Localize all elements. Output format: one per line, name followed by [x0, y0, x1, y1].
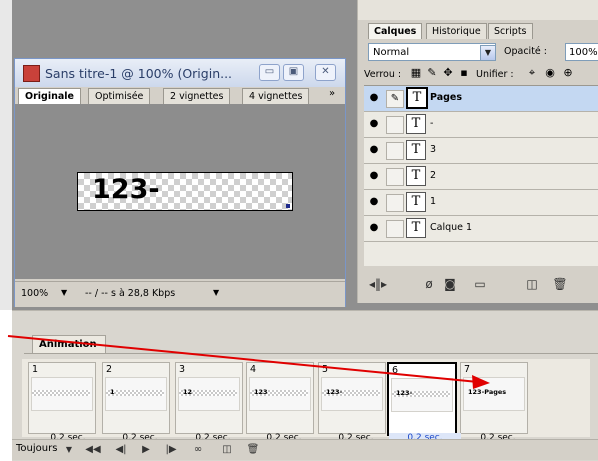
arrow-line [7, 335, 479, 383]
arrow-head [472, 375, 490, 389]
annotation-arrow [7, 335, 490, 389]
